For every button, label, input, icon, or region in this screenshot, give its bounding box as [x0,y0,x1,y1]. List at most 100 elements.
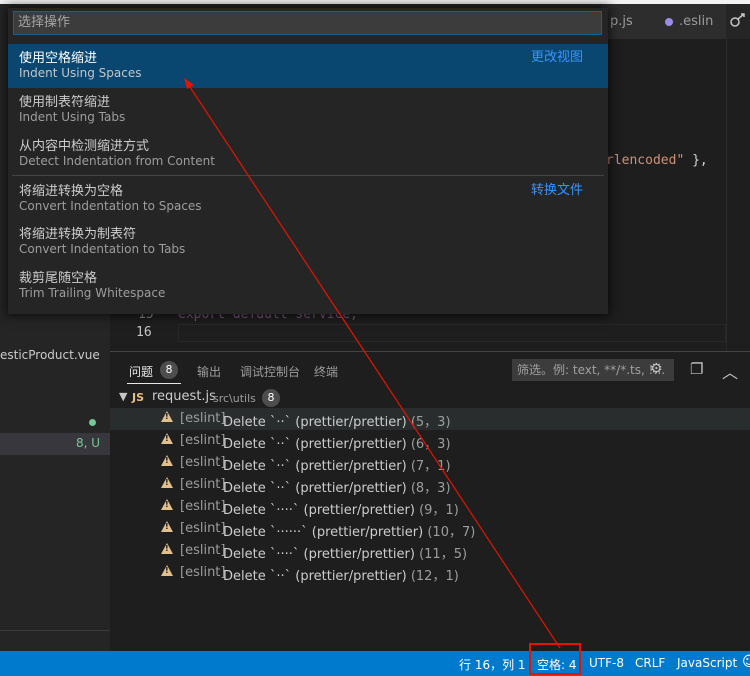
problems-list: [eslint]Delete `··` (prettier/prettier) … [110,408,750,584]
problem-row[interactable]: [eslint]Delete `··` (prettier/prettier) … [110,562,750,584]
problem-source: [eslint] [180,433,226,448]
status-language[interactable]: JavaScript [677,656,737,670]
problem-message: Delete `····` (prettier/prettier) [223,503,415,518]
problem-row[interactable]: [eslint]Delete `····` (prettier/prettier… [110,540,750,562]
problem-message-group: Delete `··` (prettier/prettier) (5，3) [223,411,451,430]
tab-eslint[interactable]: .eslin [657,4,726,39]
problem-row[interactable]: [eslint]Delete `··` (prettier/prettier) … [110,474,750,496]
quick-pick-item-description: Indent Using Tabs [19,110,126,124]
eslint-icon [665,17,673,26]
quick-pick-item[interactable]: 从内容中检测缩进方式 Detect Indentation from Conten… [8,132,608,176]
problem-source: [eslint] [180,521,226,536]
warning-icon [161,521,173,532]
quick-pick-item-description: Detect Indentation from Content [19,154,215,168]
filter-settings-icon[interactable]: ⚙ [650,361,663,377]
quick-pick-input[interactable]: 选择操作 [13,11,602,35]
tab-label: .eslin [679,14,714,29]
status-encoding[interactable]: UTF-8 [589,656,624,670]
problem-message: Delete `······` (prettier/prettier) [223,525,424,540]
quick-pick-item-title: 将缩进转换为制表符 [19,227,137,242]
collapse-all-icon[interactable]: ❐ [690,360,703,378]
annotation-highlight-box [529,643,581,675]
js-file-icon: JS [132,391,145,404]
tab-label: p.js [610,14,633,29]
status-eol[interactable]: CRLF [635,656,665,670]
warning-icon [161,543,173,554]
problem-message: Delete `··` (prettier/prettier) [223,437,407,452]
problem-row[interactable]: [eslint]Delete `··` (prettier/prettier) … [110,430,750,452]
problem-message-group: Delete `····` (prettier/prettier) (11，5) [223,543,467,562]
warning-icon [161,477,173,488]
problem-message-group: Delete `····` (prettier/prettier) (9，1) [223,499,459,518]
modified-dot-icon [89,419,96,426]
quick-pick-item[interactable]: 使用空格缩进 Indent Using Spaces [8,44,608,88]
problem-source: [eslint] [180,477,226,492]
tab-problems[interactable]: 问题 [129,363,153,380]
problem-location: (8，3) [410,481,451,496]
problem-message-group: Delete `······` (prettier/prettier) (10，… [223,521,475,540]
status-cursor-position[interactable]: 行 16，列 1 [459,656,526,673]
problem-message: Delete `··` (prettier/prettier) [223,569,407,584]
warning-icon [161,411,173,422]
problem-file-name[interactable]: request.js [152,389,216,404]
problem-row[interactable]: [eslint]Delete `······` (prettier/pretti… [110,518,750,540]
sidebar-file-status: 8, U [76,436,101,450]
tab-request-js[interactable]: p.js [602,4,657,39]
sidebar-file-item[interactable]: esticProduct.vue [0,348,110,368]
problem-row[interactable]: [eslint]Delete `··` (prettier/prettier) … [110,452,750,474]
quick-pick-group-label: 更改视图 [531,50,584,65]
quick-pick-item[interactable]: 裁剪尾随空格 Trim Trailing Whitespace [8,264,608,308]
warning-icon [161,565,173,576]
problem-location: (6，3) [410,437,451,452]
problem-location: (5，3) [410,415,451,430]
chevron-down-icon[interactable]: ▼ [119,390,127,403]
problem-file-path: src\utils [213,392,256,405]
problem-location: (11，5) [419,547,468,562]
quick-pick-item-description: Convert Indentation to Spaces [19,199,202,213]
line-number-current: 16 [136,325,152,340]
problem-message: Delete `····` (prettier/prettier) [223,547,415,562]
code-punct: }, [684,153,708,168]
problem-location: (10，7) [427,525,476,540]
warning-icon [161,455,173,466]
tab-output[interactable]: 输出 [197,363,221,380]
chevron-up-icon[interactable]: ︿ [722,359,738,383]
quick-pick-item[interactable]: 将缩进转换为空格 Convert Indentation to Spaces [8,177,608,221]
problem-source: [eslint] [180,411,226,426]
quick-pick-item[interactable]: 使用制表符缩进 Indent Using Tabs [8,88,608,132]
quick-pick-item-title: 裁剪尾随空格 [19,271,98,286]
quick-pick-item-description: Indent Using Spaces [19,66,142,80]
problem-source: [eslint] [180,565,226,580]
quick-pick-group-label: 转换文件 [531,183,584,198]
problem-message-group: Delete `··` (prettier/prettier) (6，3) [223,433,451,452]
problem-source: [eslint] [180,455,226,470]
problems-count-badge: 8 [160,361,178,379]
problem-row[interactable]: [eslint]Delete `····` (prettier/prettier… [110,496,750,518]
problem-message-group: Delete `··` (prettier/prettier) (8，3) [223,477,451,496]
quick-pick-item[interactable]: 将缩进转换为制表符 Convert Indentation to Tabs [8,220,608,264]
quick-pick-item-title: 从内容中检测缩进方式 [19,139,150,154]
code-string: rlencoded" [606,153,685,168]
feedback-smiley-icon[interactable]: ☺ [742,654,750,670]
problem-location: (12，1) [410,569,459,584]
problem-message: Delete `··` (prettier/prettier) [223,459,407,474]
minimap-edge [726,39,727,351]
problem-row[interactable]: [eslint]Delete `··` (prettier/prettier) … [110,408,750,430]
quick-pick-item-description: Convert Indentation to Tabs [19,242,186,256]
tab-terminal[interactable]: 终端 [314,363,338,380]
quick-pick-item-title: 将缩进转换为空格 [19,184,124,199]
warning-icon [161,433,173,444]
problem-source: [eslint] [180,543,226,558]
quick-pick-item-title: 使用制表符缩进 [19,95,111,110]
problem-location: (9，1) [419,503,459,518]
warning-icon [161,499,173,510]
problem-location: (7，1) [410,459,451,474]
tab-debug-console[interactable]: 调试控制台 [240,363,300,380]
quick-pick-item-title: 使用空格缩进 [19,51,98,66]
problem-message-group: Delete `··` (prettier/prettier) (7，1) [223,455,451,474]
problem-message: Delete `··` (prettier/prettier) [223,481,407,496]
open-changes-icon[interactable] [726,4,750,39]
current-line-highlight [178,324,726,342]
quick-pick-item-description: Trim Trailing Whitespace [19,286,166,300]
problem-message: Delete `··` (prettier/prettier) [223,415,407,430]
